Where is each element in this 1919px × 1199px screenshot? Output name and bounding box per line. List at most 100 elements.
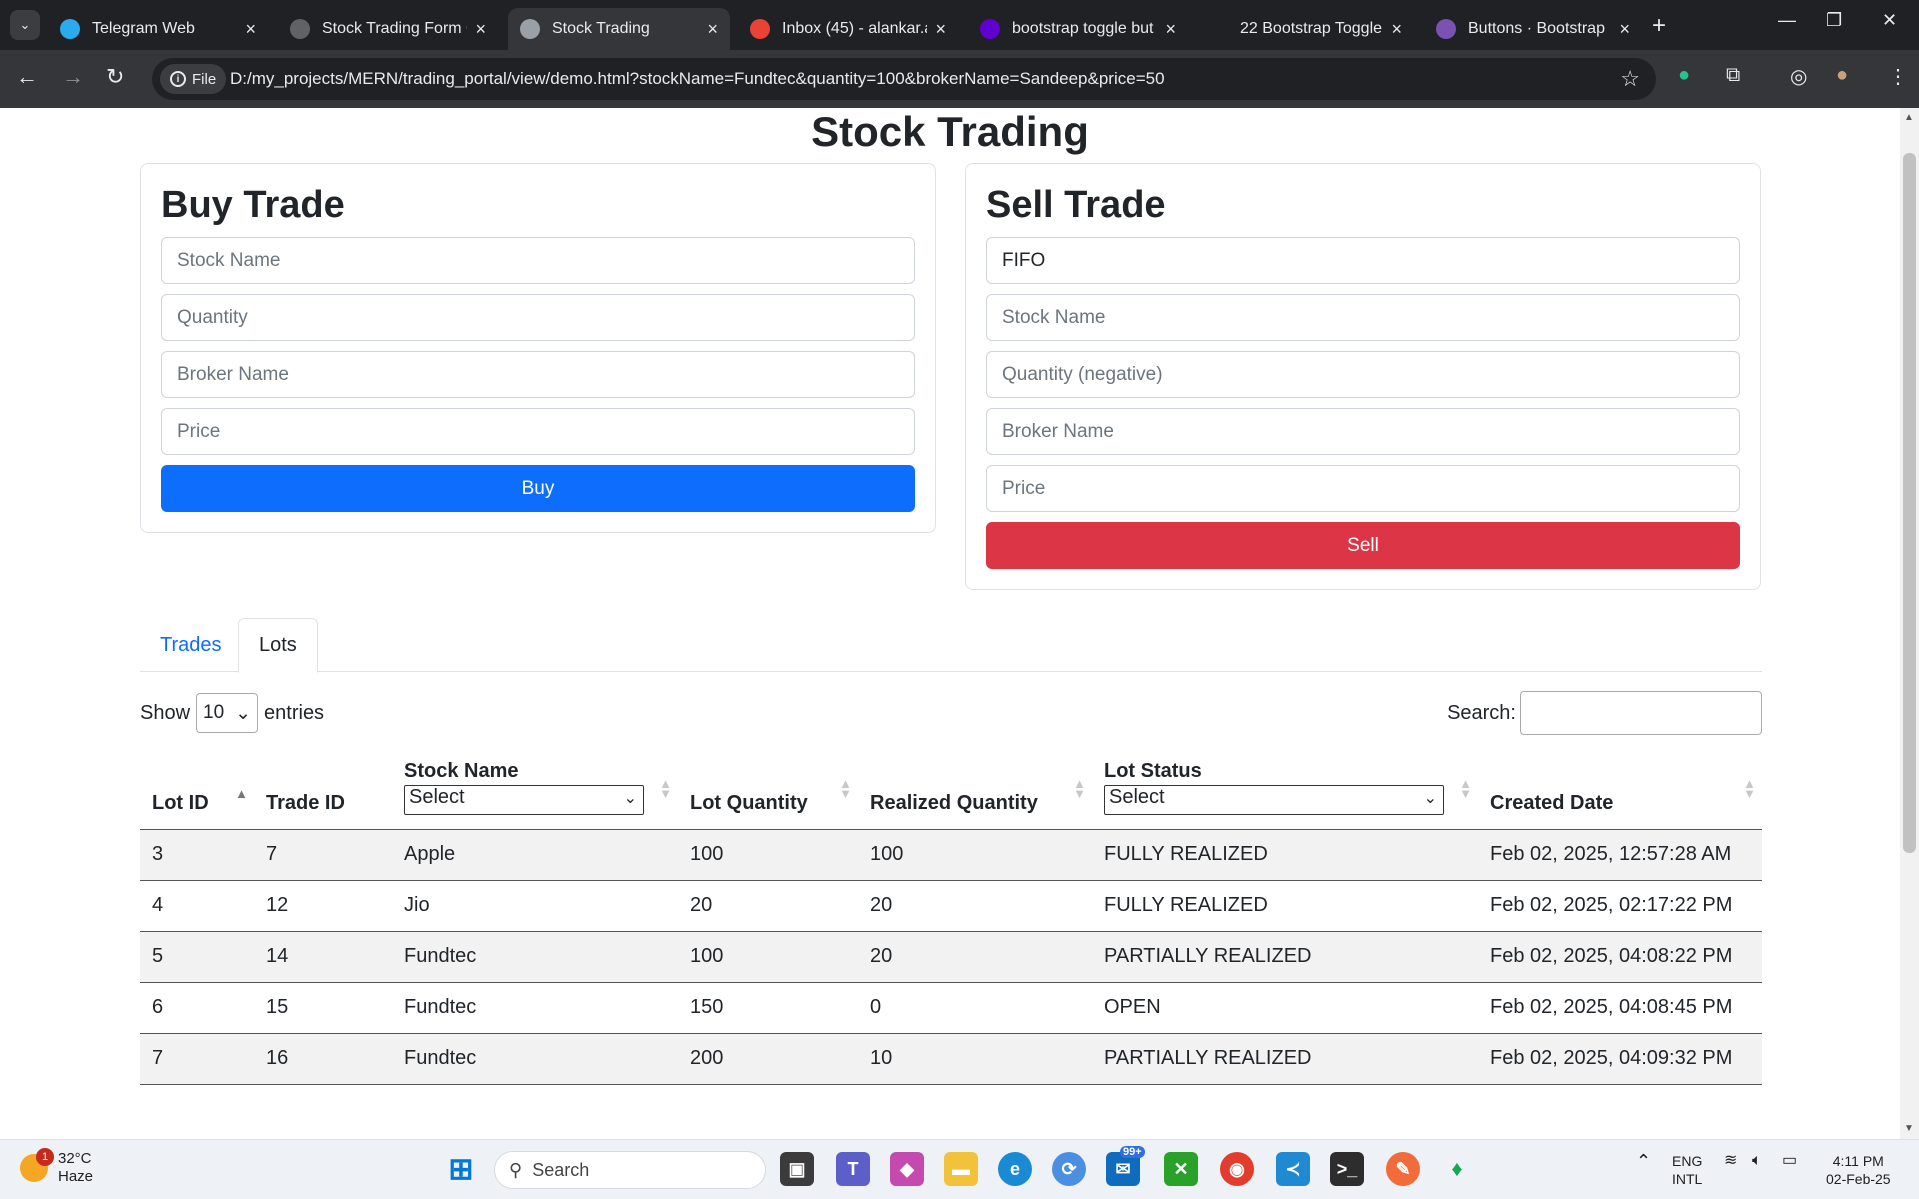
close-tab-icon[interactable]: × [707, 19, 718, 40]
scroll-thumb[interactable] [1903, 153, 1916, 853]
postman-icon[interactable]: ✎ [1386, 1152, 1420, 1186]
close-tab-icon[interactable]: × [245, 19, 256, 40]
close-tab-icon[interactable]: × [1391, 19, 1402, 40]
new-tab-button[interactable]: + [1652, 12, 1666, 40]
edge-icon[interactable]: e [998, 1152, 1032, 1186]
table-cell: Jio [392, 880, 678, 932]
browser-tab[interactable]: bootstrap toggle but × [968, 8, 1188, 50]
scroll-up-icon[interactable]: ▲ [1904, 112, 1914, 123]
table-cell: PARTIALLY REALIZED [1092, 931, 1478, 983]
minimize-icon[interactable]: — [1778, 10, 1796, 31]
address-bar[interactable]: i File D:/my_projects/MERN/trading_porta… [152, 58, 1656, 100]
buy-quantity-input[interactable] [161, 294, 915, 341]
mail-app-icon[interactable]: ✉ 99+ [1106, 1146, 1145, 1186]
extensions-icon[interactable]: ⧉ [1726, 64, 1740, 87]
reload-icon[interactable]: ↻ [106, 64, 124, 90]
buy-trade-card: Buy Trade Buy [140, 163, 936, 533]
header-trade-id[interactable]: Trade ID [254, 741, 392, 829]
lot-status-filter-select[interactable]: Select ⌄ [1104, 784, 1444, 815]
header-label: Realized Quantity [870, 791, 1038, 814]
copilot-app-icon[interactable]: ◆ [890, 1152, 924, 1186]
clock[interactable]: 4:11 PM 02-Feb-25 [1826, 1152, 1891, 1188]
file-explorer-icon[interactable]: ▬ [944, 1152, 978, 1186]
page-scrollbar[interactable]: ▲ ▼ [1900, 108, 1919, 1139]
tab-title: Buttons · Bootstrap [1468, 20, 1605, 37]
header-realized-quantity[interactable]: Realized Quantity ▲ ▼ [858, 741, 1092, 829]
battery-icon[interactable]: ▭ [1782, 1152, 1797, 1170]
tab-title: Stock Trading [552, 20, 650, 37]
sell-stock-name-input[interactable] [986, 294, 1740, 341]
grammarly-icon[interactable]: ● [1678, 64, 1690, 87]
table-search-input[interactable] [1520, 691, 1762, 735]
forward-icon[interactable]: → [62, 64, 84, 90]
wifi-icon[interactable]: ≋ [1724, 1152, 1737, 1170]
buy-stock-name-input[interactable] [161, 237, 915, 284]
windows-taskbar: 1 32°C Haze ⊞ ⚲ Search ▣ T ◆ ▬ e ⟳ ✉ 99+… [0, 1139, 1919, 1199]
teams-icon[interactable]: T [836, 1152, 870, 1186]
header-stock-name[interactable]: Stock Name Select ⌄ ▲ ▼ [392, 741, 678, 829]
close-tab-icon[interactable]: × [1619, 19, 1630, 40]
gmail-icon [750, 19, 770, 39]
browser-tab[interactable]: 22 Bootstrap Toggle × [1196, 8, 1414, 50]
browser-tab[interactable]: Telegram Web × [48, 8, 268, 50]
header-created-date[interactable]: Created Date ▲ ▼ [1478, 741, 1762, 829]
table-cell: 20 [858, 880, 1092, 932]
sell-quantity-input[interactable] [986, 351, 1740, 398]
tray-overflow-icon[interactable]: ⌃ [1636, 1152, 1651, 1170]
profile-avatar[interactable]: ● [1836, 64, 1848, 87]
scroll-down-icon[interactable]: ▼ [1904, 1123, 1914, 1134]
close-tab-icon[interactable]: × [475, 19, 486, 40]
volume-icon[interactable]: 🔈︎ [1752, 1152, 1762, 1170]
xbox-icon[interactable]: ✕ [1164, 1152, 1198, 1186]
sell-price-input[interactable] [986, 465, 1740, 512]
entries-select[interactable]: 10 ⌄ [196, 693, 259, 733]
taskbar-search[interactable]: ⚲ Search [494, 1151, 766, 1189]
language-indicator[interactable]: ENG INTL [1672, 1152, 1702, 1188]
vscode-icon[interactable]: ≺ [1276, 1152, 1310, 1186]
tab-search-button[interactable]: ⌄ [10, 10, 40, 40]
sync-app-icon[interactable]: ⟳ [1052, 1152, 1086, 1186]
table-cell: 100 [678, 829, 858, 881]
sell-broker-name-input[interactable] [986, 408, 1740, 455]
filter-select-value: Select [409, 785, 465, 808]
close-window-icon[interactable]: ✕ [1882, 10, 1897, 31]
task-view-icon[interactable]: ▣ [780, 1152, 814, 1186]
header-lot-id[interactable]: Lot ID ▲ [140, 741, 254, 829]
chrome-icon[interactable]: ◉ [1220, 1152, 1254, 1186]
sell-method-input[interactable] [986, 237, 1740, 284]
bookmark-star-icon[interactable]: ☆ [1620, 66, 1640, 92]
tab-lots[interactable]: Lots [238, 618, 318, 673]
table-cell: Feb 02, 2025, 04:08:22 PM [1478, 931, 1762, 983]
site-info-chip[interactable]: i File [160, 64, 227, 94]
stock-name-filter-select[interactable]: Select ⌄ [404, 784, 644, 815]
browser-tab[interactable]: Stock Trading Form C × [278, 8, 498, 50]
buy-price-input[interactable] [161, 408, 915, 455]
url-text[interactable]: D:/my_projects/MERN/trading_portal/view/… [230, 69, 1165, 89]
tab-trades[interactable]: Trades [140, 618, 242, 672]
mongodb-compass-icon[interactable]: ♦ [1440, 1152, 1474, 1186]
copilot-icon[interactable]: ◎ [1790, 64, 1807, 89]
browser-tab[interactable]: Stock Trading × [508, 8, 730, 50]
filter-select-value: Select [1109, 785, 1165, 808]
table-cell: 20 [678, 880, 858, 932]
terminal-icon[interactable]: >_ [1330, 1152, 1364, 1186]
entries-label: entries [264, 701, 325, 724]
table-row: 7 16 Fundtec 200 10 PARTIALLY REALIZED Feb 02,… [140, 1033, 1762, 1085]
weather-widget[interactable]: 1 32°C Haze [20, 1148, 93, 1186]
buy-button[interactable]: Buy [161, 465, 915, 512]
taskbar-search-label: Search [532, 1159, 590, 1180]
restore-icon[interactable]: ❐ [1826, 10, 1842, 31]
buy-broker-name-input[interactable] [161, 351, 915, 398]
browser-tab[interactable]: Inbox (45) - alankar.a × [738, 8, 958, 50]
windows-start-icon[interactable]: ⊞ [444, 1152, 478, 1186]
header-lot-quantity[interactable]: Lot Quantity ▲ ▼ [678, 741, 858, 829]
browser-menu-icon[interactable]: ⋮ [1888, 64, 1908, 89]
sell-button[interactable]: Sell [986, 522, 1740, 569]
back-icon[interactable]: ← [16, 64, 38, 90]
view-tabs: Trades Lots [140, 618, 1762, 673]
browser-tab[interactable]: Buttons · Bootstrap × [1424, 8, 1642, 50]
close-tab-icon[interactable]: × [935, 19, 946, 40]
close-tab-icon[interactable]: × [1165, 19, 1176, 40]
header-lot-status[interactable]: Lot Status Select ⌄ ▲ ▼ [1092, 741, 1478, 829]
table-cell: Fundtec [392, 931, 678, 983]
